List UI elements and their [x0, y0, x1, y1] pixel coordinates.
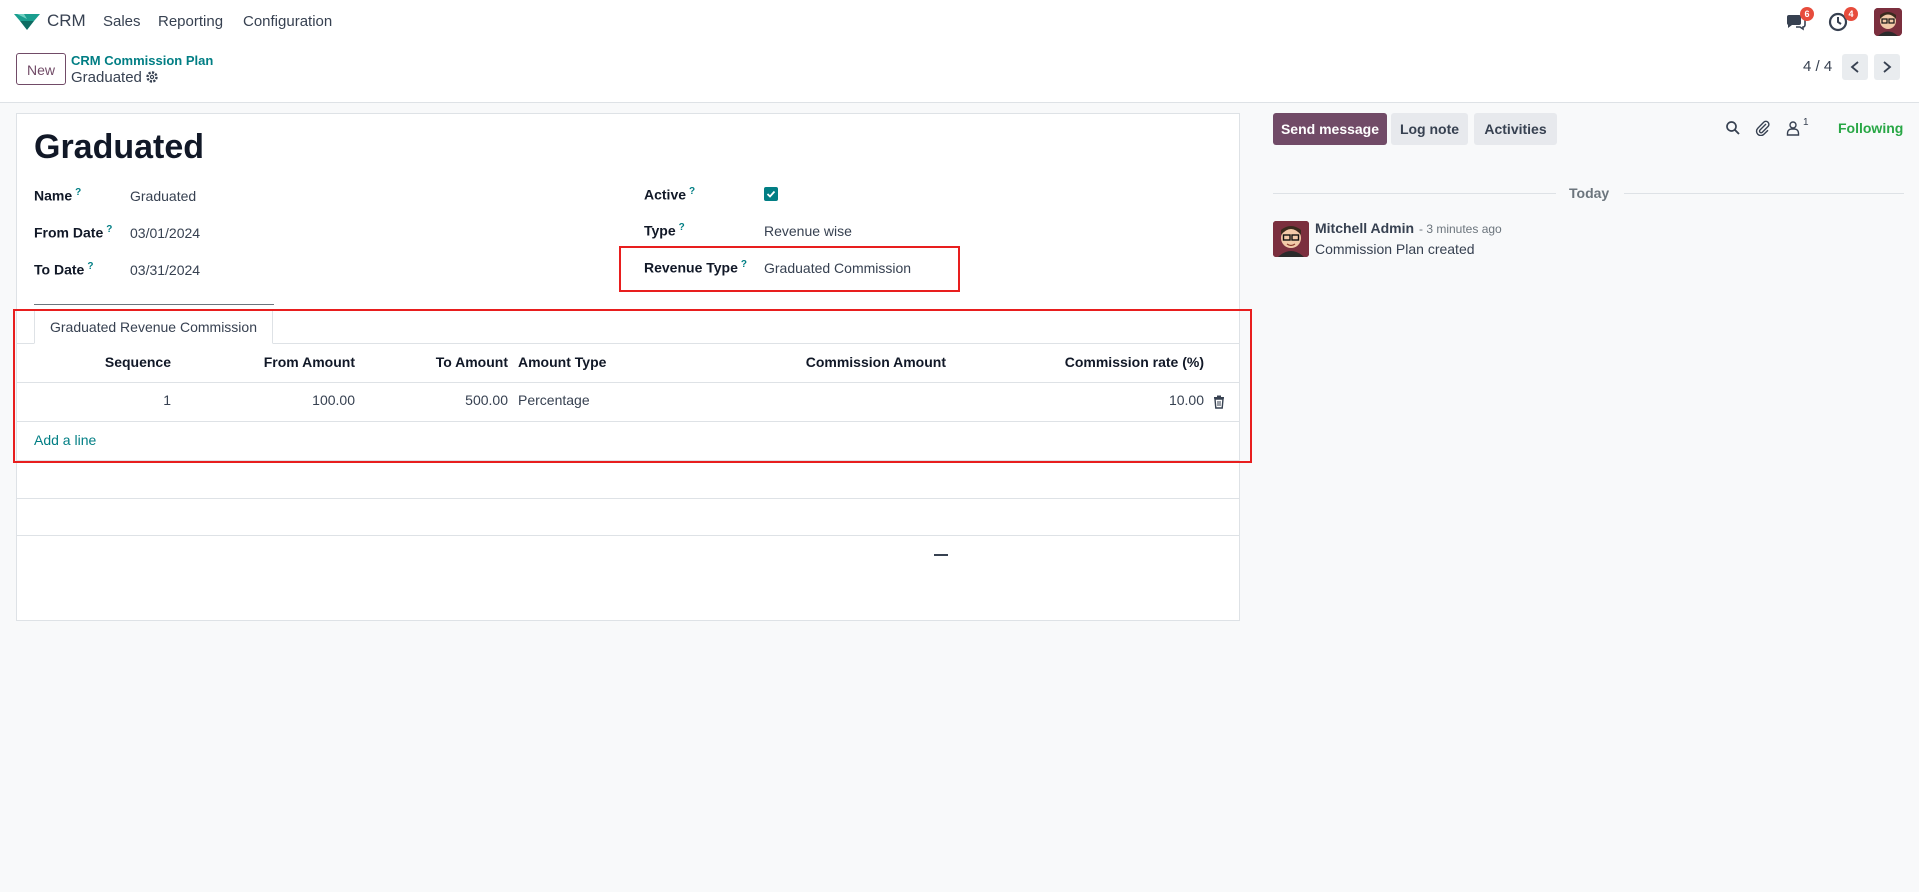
menu-sales[interactable]: Sales: [103, 13, 141, 30]
table-line: [17, 460, 1239, 461]
revenue-type-label-text: Revenue Type: [644, 259, 738, 276]
pager-previous-button[interactable]: [1842, 54, 1868, 80]
active-label-text: Active: [644, 186, 687, 203]
revenue-type-field[interactable]: Graduated Commission: [764, 260, 911, 276]
table-line: [17, 535, 1239, 536]
user-avatar-icon: [1874, 8, 1902, 36]
tab-graduated-revenue-commission[interactable]: Graduated Revenue Commission: [34, 309, 273, 344]
add-line-link[interactable]: Add a line: [34, 432, 96, 448]
table-header-line: [17, 382, 1239, 383]
message-body: Commission Plan created: [1315, 241, 1475, 257]
help-icon[interactable]: ?: [87, 261, 93, 272]
cell-commission-rate[interactable]: 10.00: [957, 392, 1204, 408]
top-navbar: CRM Sales Reporting Configuration 6 4: [0, 0, 1919, 45]
author-avatar-icon: [1273, 221, 1309, 257]
log-note-button[interactable]: Log note: [1391, 113, 1468, 145]
help-icon[interactable]: ?: [741, 259, 747, 270]
gear-icon[interactable]: [145, 70, 159, 84]
to-date-field[interactable]: 03/31/2024: [130, 262, 200, 278]
activities-badge: 4: [1844, 7, 1858, 21]
menu-configuration[interactable]: Configuration: [243, 13, 332, 30]
chevron-left-icon: [1850, 61, 1859, 73]
followers-icon[interactable]: [1785, 120, 1801, 136]
help-icon[interactable]: ?: [689, 186, 695, 197]
column-header-sequence[interactable]: Sequence: [34, 354, 171, 370]
record-title[interactable]: Graduated: [34, 128, 204, 167]
to-date-label-text: To Date: [34, 261, 85, 278]
activities-chatter-button[interactable]: Activities: [1474, 113, 1557, 145]
type-label-text: Type: [644, 222, 676, 239]
date-separator: Today: [1569, 185, 1610, 201]
help-icon[interactable]: ?: [75, 187, 81, 198]
help-icon[interactable]: ?: [679, 222, 685, 233]
delete-row-trash-icon[interactable]: [1213, 395, 1225, 409]
date-separator-line: [1624, 193, 1904, 194]
total-dash: [934, 554, 948, 556]
pager-next-button[interactable]: [1874, 54, 1900, 80]
table-row-line: [17, 421, 1239, 422]
menu-reporting[interactable]: Reporting: [158, 13, 223, 30]
form-sheet: Graduated Name? Graduated From Date? 03/…: [16, 113, 1240, 621]
column-header-from-amount[interactable]: From Amount: [187, 354, 355, 370]
message-author[interactable]: Mitchell Admin: [1315, 220, 1414, 236]
paperclip-icon[interactable]: [1755, 120, 1771, 136]
cell-sequence[interactable]: 1: [34, 392, 171, 408]
cell-to-amount[interactable]: 500.00: [367, 392, 508, 408]
activities-button[interactable]: 4: [1828, 7, 1858, 34]
messages-button[interactable]: 6: [1784, 7, 1814, 34]
name-label-text: Name: [34, 187, 73, 204]
from-date-field[interactable]: 03/01/2024: [130, 225, 200, 241]
message-author-avatar[interactable]: [1273, 221, 1309, 257]
help-icon[interactable]: ?: [106, 224, 112, 235]
control-panel: New CRM Commission Plan Graduated 4 / 4: [0, 44, 1919, 103]
tab-separator: [34, 304, 274, 305]
active-label: Active?: [644, 186, 695, 203]
chevron-right-icon: [1883, 61, 1892, 73]
cell-from-amount[interactable]: 100.00: [187, 392, 355, 408]
search-icon[interactable]: [1725, 120, 1741, 136]
active-checkbox[interactable]: [764, 187, 778, 201]
to-date-label: To Date?: [34, 261, 93, 278]
user-avatar[interactable]: [1874, 8, 1902, 36]
revenue-type-label: Revenue Type?: [644, 259, 747, 276]
followers-count: 1: [1803, 117, 1809, 128]
messages-badge: 6: [1800, 7, 1814, 21]
type-label: Type?: [644, 222, 685, 239]
message-time: - 3 minutes ago: [1419, 222, 1502, 236]
from-date-label-text: From Date: [34, 224, 104, 241]
app-name[interactable]: CRM: [47, 11, 86, 31]
name-label: Name?: [34, 187, 81, 204]
column-header-commission-amount[interactable]: Commission Amount: [717, 354, 946, 370]
name-field[interactable]: Graduated: [130, 188, 196, 204]
checkmark-icon: [766, 190, 776, 198]
from-date-label: From Date?: [34, 224, 112, 241]
type-field[interactable]: Revenue wise: [764, 223, 852, 239]
date-separator-line: [1273, 193, 1556, 194]
send-message-button[interactable]: Send message: [1273, 113, 1387, 145]
crm-logo-icon[interactable]: [14, 12, 40, 32]
cell-amount-type[interactable]: Percentage: [518, 392, 590, 408]
column-header-commission-rate[interactable]: Commission rate (%): [957, 354, 1204, 370]
table-line: [17, 498, 1239, 499]
pager-value[interactable]: 4 / 4: [1803, 58, 1832, 75]
column-header-amount-type[interactable]: Amount Type: [518, 354, 606, 370]
column-header-to-amount[interactable]: To Amount: [367, 354, 508, 370]
following-button[interactable]: Following: [1838, 120, 1903, 136]
new-button[interactable]: New: [16, 53, 66, 85]
breadcrumb-parent[interactable]: CRM Commission Plan: [71, 53, 213, 68]
breadcrumb-current: Graduated: [71, 69, 142, 86]
